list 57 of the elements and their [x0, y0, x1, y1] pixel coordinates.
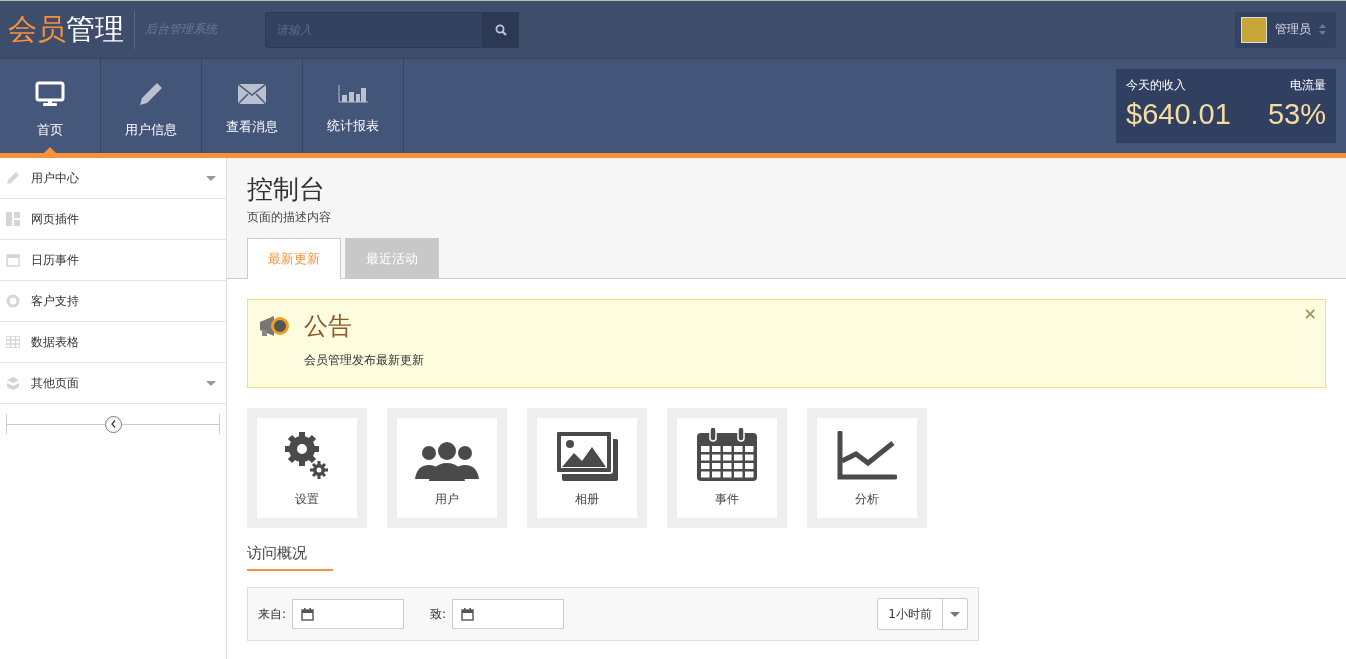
monitor-icon — [35, 80, 65, 107]
calendar-icon — [697, 427, 757, 481]
notice-text: 会员管理发布最新更新 — [304, 352, 425, 369]
calendar-icon — [461, 607, 475, 621]
income-value: $640.01 — [1126, 97, 1232, 133]
page-title: 控制台 — [247, 173, 326, 206]
gears-icon — [284, 431, 330, 481]
traffic-label: 电流量 — [1289, 77, 1326, 94]
calendar-icon — [6, 253, 20, 267]
envelope-icon — [238, 83, 266, 104]
user-menu[interactable]: 管理员 — [1235, 11, 1336, 48]
bar-chart-icon — [338, 84, 368, 103]
sort-arrows-icon — [1319, 24, 1326, 35]
shortcut-tile[interactable]: 分析 — [807, 408, 927, 528]
sidebar-item[interactable]: 客户支持 — [0, 281, 226, 322]
notice-title: 公告 — [304, 311, 352, 342]
shortcut-tile[interactable]: 用户 — [387, 408, 507, 528]
avatar-placeholder — [1241, 16, 1267, 43]
lifebuoy-icon — [6, 294, 20, 308]
sidebar-label: 其他页面 — [31, 374, 80, 392]
page-description: 页面的描述内容 — [247, 209, 332, 226]
sidebar-label: 数据表格 — [31, 333, 80, 351]
calendar-icon — [301, 607, 315, 621]
sidebar-label: 网页插件 — [31, 210, 80, 228]
search-icon — [495, 23, 507, 36]
pencil-icon — [138, 80, 164, 107]
collapse-button[interactable] — [104, 415, 122, 433]
range-dropdown[interactable]: 1小时前 — [877, 598, 968, 630]
sidebar-item[interactable]: 网页插件 — [0, 199, 226, 240]
income-label: 今天的收入 — [1126, 77, 1187, 94]
shortcut-tile[interactable]: 设置 — [247, 408, 367, 528]
user-name: 管理员 — [1275, 21, 1311, 38]
sidebar-label: 用户中心 — [31, 169, 80, 187]
sidebar-item[interactable]: 日历事件 — [0, 240, 226, 281]
line-chart-icon — [837, 431, 897, 481]
sidebar-label: 客户支持 — [31, 292, 80, 310]
box-icon — [6, 376, 20, 390]
pencil-icon — [6, 171, 20, 185]
traffic-value: 53% — [1267, 97, 1326, 133]
sidebar-item[interactable]: 数据表格 — [0, 322, 226, 363]
from-label: 来自: — [258, 605, 287, 623]
sidebar-label: 日历事件 — [31, 251, 80, 269]
date-field[interactable] — [292, 599, 405, 629]
users-icon — [415, 441, 479, 481]
chevron-left-icon — [110, 420, 116, 428]
sidebar-item[interactable]: 用户中心 — [0, 158, 226, 199]
section-heading: 访问概况 — [247, 544, 333, 571]
brand-logo: 会员管理 — [8, 10, 135, 49]
shortcut-tile[interactable]: 相册 — [527, 408, 647, 528]
to-label: 致: — [430, 605, 447, 623]
photos-icon — [556, 431, 618, 481]
search-button[interactable] — [483, 11, 519, 48]
sidebar-item[interactable]: 其他页面 — [0, 363, 226, 404]
layout-icon — [6, 212, 20, 226]
shortcut-tile[interactable]: 事件 — [667, 408, 787, 528]
grid-icon — [6, 336, 20, 348]
date-field[interactable] — [452, 599, 565, 629]
